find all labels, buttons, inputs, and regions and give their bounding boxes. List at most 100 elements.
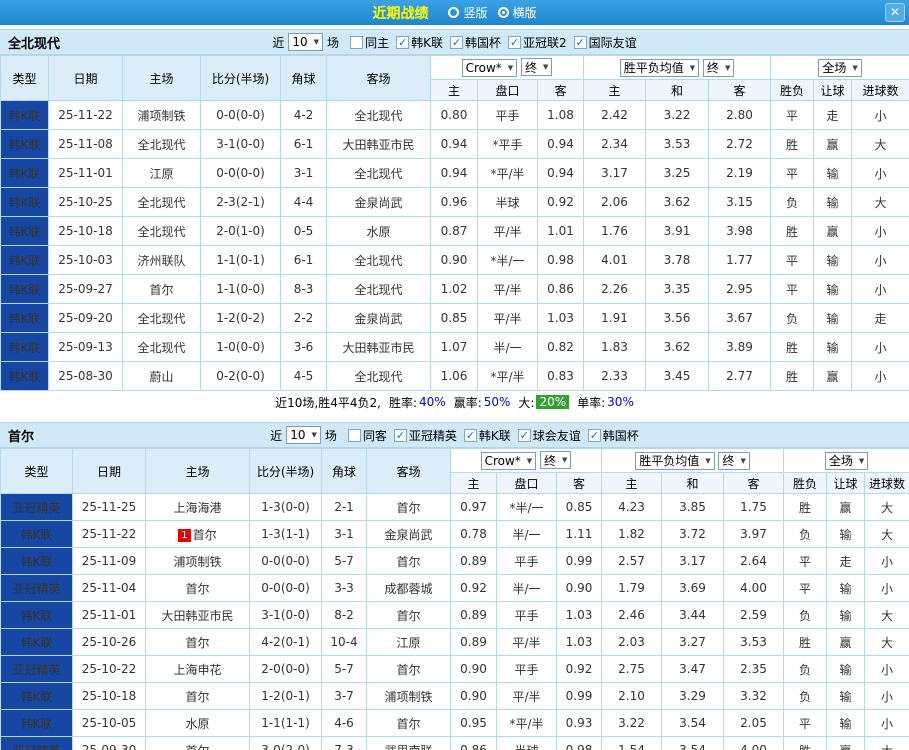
cell-home-team[interactable]: 首尔 (122, 274, 201, 304)
europe-odds-select[interactable]: 胜平负均值 ▼ (619, 58, 700, 77)
cell-score[interactable]: 0-0(0-0) (200, 158, 281, 188)
cell-score[interactable]: 3-1(0-0) (200, 129, 281, 159)
cell-league: 亚冠精英 (0, 574, 73, 602)
result-scope-select[interactable]: 全场 ▼ (824, 451, 869, 470)
match-count-select[interactable]: 10 ▼ (286, 426, 321, 444)
cell-away-team[interactable]: 大田韩亚市民 (326, 332, 431, 362)
cell-home-team[interactable]: 全北现代 (122, 129, 201, 159)
cell-home-team[interactable]: 浦项制铁 (122, 100, 201, 130)
checkbox-unchecked-icon[interactable] (347, 428, 361, 442)
cell-score[interactable]: 1-1(0-1) (200, 245, 281, 275)
cell-score[interactable]: 1-0(0-0) (200, 332, 281, 362)
cell-away-team[interactable]: 首尔 (366, 493, 451, 521)
cell-home-team[interactable]: 上海海港 (145, 493, 250, 521)
filter-checkbox-item[interactable]: 同客 (347, 427, 387, 444)
radio-vertical-layout[interactable]: 竖版 (448, 4, 488, 21)
cell-home-team[interactable]: 江原 (122, 158, 201, 188)
cell-score[interactable]: 2-0(0-0) (249, 655, 322, 683)
europe-odds-select[interactable]: 胜平负均值 ▼ (635, 451, 715, 470)
checkbox-checked-icon[interactable]: ✓ (393, 428, 407, 442)
cell-home-team[interactable]: 全北现代 (122, 187, 201, 217)
radio-horizontal-layout[interactable]: 横版 (497, 4, 537, 21)
cell-score[interactable]: 1-3(1-1) (249, 520, 322, 548)
cell-home-team[interactable]: 水原 (145, 709, 250, 737)
cell-result-wdl: 负 (783, 682, 828, 710)
close-button[interactable]: ✕ (885, 3, 905, 22)
odds-final-select[interactable]: 终 ▼ (521, 58, 553, 77)
cell-away-team[interactable]: 金泉尚武 (326, 303, 431, 333)
cell-away-team[interactable]: 首尔 (366, 547, 451, 575)
cell-home-team[interactable]: 全北现代 (122, 216, 201, 246)
checkbox-checked-icon[interactable]: ✓ (517, 428, 531, 442)
cell-score[interactable]: 3-0(2-0) (249, 736, 322, 750)
cell-home-team[interactable]: 首尔 (145, 628, 250, 656)
checkbox-checked-icon[interactable]: ✓ (587, 428, 601, 442)
cell-score[interactable]: 2-0(1-0) (200, 216, 281, 246)
cell-away-team[interactable]: 全北现代 (326, 361, 431, 391)
cell-home-team[interactable]: 全北现代 (122, 303, 201, 333)
cell-home-team[interactable]: 蔚山 (122, 361, 201, 391)
filter-checkbox-item[interactable]: ✓ 韩K联 (396, 34, 443, 51)
cell-home-team[interactable]: 首尔 (145, 574, 250, 602)
cell-home-team[interactable]: 首尔 (145, 682, 250, 710)
cell-home-team[interactable]: 首尔 (145, 736, 250, 750)
odds-company-select[interactable]: Crow* ▼ (480, 451, 537, 470)
filter-checkbox-item[interactable]: 同主 (350, 34, 389, 51)
cell-home-team[interactable]: 1 首尔 (145, 520, 250, 548)
checkbox-checked-icon[interactable]: ✓ (507, 35, 521, 49)
checkbox-checked-icon[interactable]: ✓ (396, 35, 410, 49)
filter-checkbox-item[interactable]: ✓ 亚冠精英 (393, 427, 457, 444)
cell-away-team[interactable]: 水原 (326, 216, 431, 246)
europe-final-select[interactable]: 终 ▼ (718, 451, 750, 470)
cell-score[interactable]: 1-2(0-1) (249, 682, 322, 710)
cell-home-team[interactable]: 浦项制铁 (145, 547, 250, 575)
cell-away-team[interactable]: 全北现代 (326, 245, 431, 275)
filter-checkbox-item[interactable]: ✓ 韩国杯 (449, 34, 501, 51)
cell-score[interactable]: 0-0(0-0) (200, 100, 281, 130)
odds-company-select[interactable]: Crow* ▼ (461, 58, 518, 77)
cell-away-team[interactable]: 全北现代 (326, 100, 431, 130)
cell-score[interactable]: 0-0(0-0) (249, 574, 322, 602)
result-scope-select[interactable]: 全场 ▼ (818, 58, 862, 77)
filter-checkbox-item[interactable]: ✓ 韩K联 (463, 427, 511, 444)
cell-away-team[interactable]: 全北现代 (326, 158, 431, 188)
cell-away-team[interactable]: 江原 (366, 628, 451, 656)
cell-away-team[interactable]: 成都蓉城 (366, 574, 451, 602)
cell-score[interactable]: 2-3(2-1) (200, 187, 281, 217)
cell-away-team[interactable]: 浦项制铁 (366, 682, 451, 710)
cell-home-team[interactable]: 上海申花 (145, 655, 250, 683)
cell-home-team[interactable]: 全北现代 (122, 332, 201, 362)
cell-home-team[interactable]: 济州联队 (122, 245, 201, 275)
cell-score[interactable]: 3-1(0-0) (249, 601, 322, 629)
cell-away-team[interactable]: 全北现代 (326, 274, 431, 304)
cell-away-team[interactable]: 首尔 (366, 655, 451, 683)
cell-score[interactable]: 0-2(0-0) (200, 361, 281, 391)
cell-corner: 6-1 (280, 245, 327, 275)
cell-eu-home-odds: 1.91 (583, 303, 647, 333)
checkbox-unchecked-icon[interactable] (350, 35, 364, 49)
cell-away-team[interactable]: 首尔 (366, 709, 451, 737)
cell-away-team[interactable]: 大田韩亚市民 (326, 129, 431, 159)
filter-checkbox-item[interactable]: ✓ 国际友谊 (573, 34, 637, 51)
filter-checkbox-item[interactable]: ✓ 球会友谊 (517, 427, 581, 444)
match-count-select[interactable]: 10 ▼ (288, 33, 324, 51)
cell-away-team[interactable]: 武里南联 (366, 736, 451, 750)
filter-checkbox-item[interactable]: ✓ 韩国杯 (587, 427, 639, 444)
checkbox-checked-icon[interactable]: ✓ (573, 35, 587, 49)
cell-home-team[interactable]: 大田韩亚市民 (145, 601, 250, 629)
cell-score[interactable]: 1-3(0-0) (249, 493, 322, 521)
cell-away-team[interactable]: 金泉尚武 (366, 520, 451, 548)
europe-final-select[interactable]: 终 ▼ (702, 58, 735, 77)
cell-score[interactable]: 0-0(0-0) (249, 547, 322, 575)
cell-score[interactable]: 1-2(0-2) (200, 303, 281, 333)
cell-score[interactable]: 1-1(0-0) (200, 274, 281, 304)
cell-away-team[interactable]: 金泉尚武 (326, 187, 431, 217)
filter-checkbox-item[interactable]: ✓ 亚冠联2 (507, 34, 567, 51)
odds-final-select[interactable]: 终 ▼ (540, 451, 572, 470)
checkbox-checked-icon[interactable]: ✓ (449, 35, 463, 49)
cell-away-team[interactable]: 首尔 (366, 601, 451, 629)
cell-score[interactable]: 1-1(1-1) (249, 709, 322, 737)
cell-score[interactable]: 4-2(0-1) (249, 628, 322, 656)
cell-ah-away-odds: 0.99 (555, 547, 603, 575)
checkbox-checked-icon[interactable]: ✓ (463, 428, 477, 442)
